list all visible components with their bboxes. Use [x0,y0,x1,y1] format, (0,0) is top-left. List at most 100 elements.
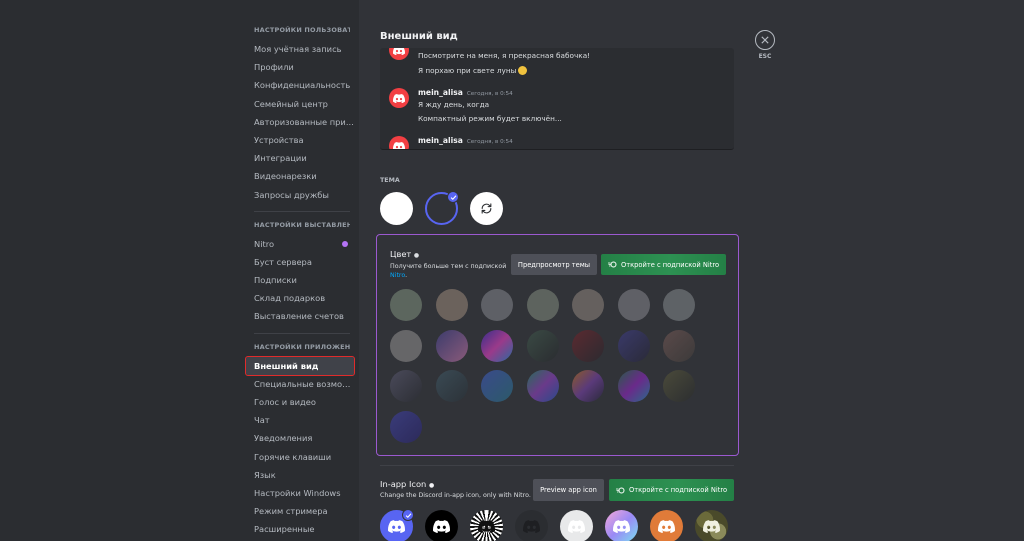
color-swatch[interactable] [526,289,559,321]
discord-logo-icon [613,520,630,533]
sidebar-item-windows-settings[interactable]: Настройки Windows [246,484,354,502]
nitro-icon [615,487,625,493]
color-swatch[interactable] [435,329,468,362]
color-swatch[interactable] [617,289,650,321]
nitro-icon: ● [428,482,435,489]
app-icon-default[interactable] [380,509,414,541]
sidebar-item-integrations[interactable]: Интеграции [246,149,354,167]
sidebar-item-my-account[interactable]: Моя учётная запись [246,40,354,58]
sidebar-item-devices[interactable]: Устройства [246,131,354,149]
sidebar-item-billing[interactable]: Выставление счетов [246,307,354,325]
color-swatch[interactable] [617,329,650,362]
sidebar-divider [254,210,350,212]
message-timestamp: Сегодня, в 0:54 [466,139,513,145]
get-nitro-button[interactable]: Откройте с подпиской Nitro [601,254,726,275]
theme-dark-option[interactable] [425,191,459,225]
color-swatch[interactable] [435,370,468,402]
theme-sync-option[interactable] [470,192,503,225]
app-icon-pirate[interactable] [650,510,683,541]
sidebar-item-accessibility[interactable]: Специальные возмож... [246,375,354,393]
app-icon-camo[interactable] [695,510,728,541]
app-icon-holo[interactable] [605,510,638,541]
discord-logo-icon [393,93,405,103]
color-theme-panel: Цвет ● Получите больше тем с подпиской N… [376,234,739,456]
theme-label: ТЕМА [380,177,400,184]
color-swatch[interactable] [526,370,559,402]
sidebar-header-app: НАСТРОЙКИ ПРИЛОЖЕНИЯ [254,342,350,351]
sidebar-item-language[interactable]: Язык [246,466,354,484]
nitro-icon [342,240,348,247]
color-swatch[interactable] [572,289,604,321]
sidebar-item-profiles[interactable]: Профили [246,58,354,76]
color-swatch[interactable] [572,329,604,362]
sidebar-item-chat[interactable]: Чат [246,411,354,429]
sidebar-item-advanced[interactable]: Расширенные [246,520,354,538]
sidebar-item-label: Nitro [254,238,275,249]
button-label: Откройте с подпиской Nitro [628,486,728,494]
nitro-icon: ● [413,252,420,259]
message-text: Я жду день, когда [418,100,490,109]
discord-logo-icon [568,520,585,533]
get-nitro-button[interactable]: Откройте с подпиской Nitro [609,479,734,501]
button-label: Откройте с подпиской Nitro [620,260,720,269]
color-swatch[interactable] [390,329,422,362]
color-swatch[interactable] [481,370,513,402]
color-swatch[interactable] [390,289,422,321]
close-button[interactable] [755,30,775,50]
sync-icon [481,203,492,214]
settings-sidebar: НАСТРОЙКИ ПОЛЬЗОВАТЕ... Моя учётная запи… [245,26,355,539]
discord-logo-icon [478,520,495,533]
discord-logo-icon [388,520,405,533]
preview-theme-button[interactable]: Предпросмотр темы [511,254,597,275]
app-icon-dark-grey[interactable] [515,510,548,541]
discord-logo-icon [393,48,405,55]
message-text: Компактный режим будет включён... [418,114,562,123]
in-app-icon-title: In-app Icon ● [380,479,435,489]
sidebar-item-clips[interactable]: Видеонарезки [246,167,354,185]
color-swatch[interactable] [663,370,695,402]
sidebar-item-notifications[interactable]: Уведомления [246,429,354,447]
app-icon-sunburst[interactable] [470,510,503,541]
message-text: Посмотрите на меня, я прекрасная бабочка… [418,51,591,60]
avatar [389,136,409,149]
message-text: Я порхаю при свете луны [418,66,528,75]
color-swatch[interactable] [481,289,513,321]
sidebar-item-subscriptions[interactable]: Подписки [246,271,354,289]
color-swatch[interactable] [390,410,422,443]
color-swatch[interactable] [663,329,695,362]
sidebar-item-voice-video[interactable]: Голос и видео [246,393,354,411]
sidebar-item-gift-inventory[interactable]: Склад подарков [246,289,354,307]
app-icon-white[interactable] [560,510,593,541]
discord-logo-icon [433,520,450,533]
discord-logo-icon [703,520,720,533]
message-author: mein_alisa Сегодня, в 0:54 [418,88,513,97]
sidebar-divider [254,332,350,334]
in-app-icon-description: Change the Discord in-app icon, only wit… [380,492,531,499]
nitro-link[interactable]: Nitro [390,272,405,279]
color-swatch[interactable] [390,370,422,402]
smile-emoji-icon [518,66,528,75]
sidebar-item-friend-requests[interactable]: Запросы дружбы [246,186,354,204]
sidebar-item-appearance[interactable]: Внешний вид [245,355,355,376]
sidebar-item-family-center[interactable]: Семейный центр [246,95,354,113]
color-swatch[interactable] [572,370,604,402]
color-swatch[interactable] [526,329,559,362]
sidebar-item-authorized-apps[interactable]: Авторизованные при... [246,113,354,131]
page-title: Внешний вид [380,31,458,42]
checkmark-icon [402,509,414,521]
color-swatch[interactable] [481,329,513,362]
discord-logo-icon [523,520,540,533]
color-title: Цвет ● [390,249,420,259]
color-swatch[interactable] [663,289,695,321]
sidebar-item-keybinds[interactable]: Горячие клавиши [246,448,354,466]
sidebar-item-privacy[interactable]: Конфиденциальность [246,76,354,94]
avatar [389,48,409,60]
sidebar-item-nitro[interactable]: Nitro [246,235,354,253]
color-swatch[interactable] [435,289,468,321]
color-swatch[interactable] [617,370,650,402]
app-icon-black[interactable] [425,510,458,541]
preview-app-icon-button[interactable]: Preview app icon [533,479,604,501]
sidebar-item-server-boost[interactable]: Буст сервера [246,253,354,271]
theme-light-option[interactable] [380,192,413,225]
sidebar-item-streamer-mode[interactable]: Режим стримера [246,502,354,520]
